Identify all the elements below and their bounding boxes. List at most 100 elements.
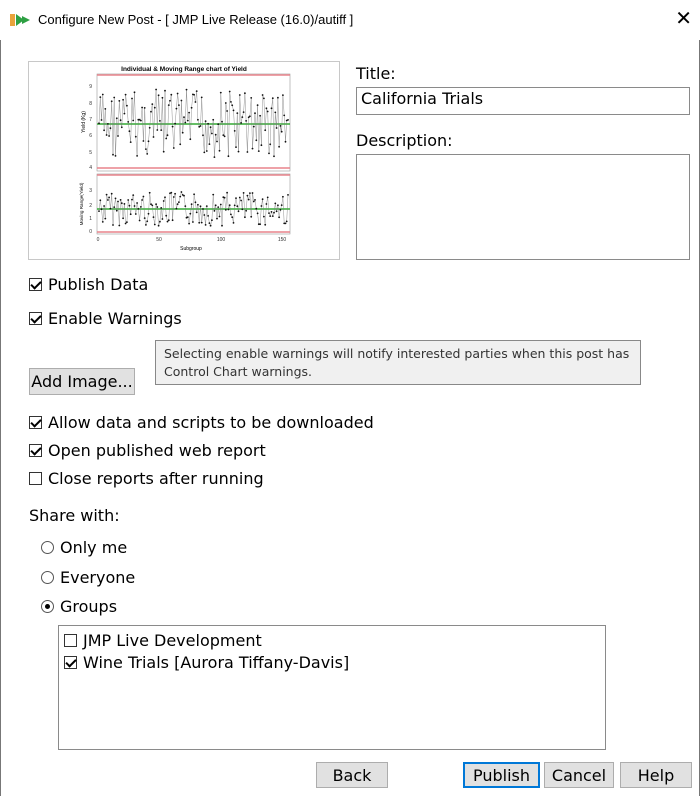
only-me-label: Only me (60, 537, 128, 557)
series-point (268, 152, 270, 155)
radio-unselected-icon[interactable] (41, 540, 54, 554)
thumbnail-title: Individual & Moving Range chart of Yield (121, 66, 247, 73)
thumbnail-chart: Individual & Moving Range chart of Yield… (79, 66, 291, 252)
series-point (167, 104, 170, 106)
series-point (244, 92, 246, 95)
checkbox-checked-icon[interactable] (29, 311, 42, 325)
series-point (183, 194, 185, 197)
series-point (152, 136, 155, 138)
series-point (178, 201, 180, 204)
series-point (257, 150, 260, 152)
share-everyone-radio[interactable]: Everyone (41, 566, 135, 588)
description-textarea[interactable] (356, 154, 690, 260)
series-point (284, 140, 287, 143)
radio-unselected-icon[interactable] (41, 570, 54, 584)
enable-warnings-checkbox[interactable]: Enable Warnings (29, 307, 182, 329)
post-thumbnail: Individual & Moving Range chart of Yield… (28, 61, 340, 260)
series-point (223, 135, 226, 138)
share-groups-radio[interactable]: Groups (41, 595, 117, 617)
series-point (170, 191, 173, 194)
series-point (266, 110, 269, 113)
series-point (233, 204, 236, 207)
series-point (208, 143, 211, 145)
series-point (228, 90, 231, 93)
series-point (123, 203, 126, 205)
series-point (277, 96, 279, 99)
open-report-checkbox[interactable]: Open published web report (29, 439, 266, 461)
series-point (181, 131, 184, 134)
series-point (195, 211, 198, 214)
checkbox-checked-icon[interactable] (29, 277, 42, 291)
series-point (283, 114, 286, 117)
series-point (153, 106, 156, 109)
series-point (265, 107, 268, 110)
allow-download-checkbox[interactable]: Allow data and scripts to be downloaded (29, 411, 374, 433)
series-point (112, 153, 114, 156)
cancel-button[interactable]: Cancel (544, 762, 614, 788)
back-button[interactable]: Back (316, 762, 388, 788)
series-point (277, 204, 279, 207)
group-label: Wine Trials [Aurora Tiffany-Davis] (83, 652, 350, 672)
title-input[interactable]: California Trials (356, 87, 690, 115)
series-point (212, 193, 215, 196)
series-point (266, 196, 269, 199)
series-point (251, 147, 254, 150)
close-icon[interactable]: ✕ (675, 6, 692, 30)
series-point (274, 111, 277, 114)
checkbox-checked-icon[interactable] (64, 655, 77, 669)
groups-list[interactable]: JMP Live Development Wine Trials [Aurora… (58, 625, 606, 750)
window-border-left (0, 40, 1, 796)
series-point (110, 100, 113, 103)
series-point (120, 202, 123, 205)
checkbox-checked-icon[interactable] (29, 443, 42, 457)
series-point (250, 97, 253, 99)
series-point (155, 88, 157, 91)
series-point (217, 206, 220, 209)
series-point (193, 93, 196, 96)
checkbox-checked-icon[interactable] (29, 415, 42, 429)
individual-chart-frame (96, 73, 291, 172)
close-reports-checkbox[interactable]: Close reports after running (29, 467, 264, 489)
series-point (167, 219, 170, 222)
publish-button[interactable]: Publish (463, 762, 540, 788)
publish-data-checkbox[interactable]: Publish Data (29, 273, 148, 295)
series-point (159, 120, 161, 122)
series-point (208, 222, 211, 225)
description-label: Description: (356, 131, 453, 150)
series-point (176, 203, 179, 206)
series-point (214, 204, 217, 207)
series-point (255, 207, 258, 210)
series-point (179, 195, 182, 198)
series-point (100, 208, 103, 211)
series-point (214, 133, 217, 136)
series-point (249, 115, 251, 118)
series-point (184, 121, 187, 124)
series-point (186, 119, 189, 122)
series-point (259, 114, 261, 117)
series-point (274, 202, 277, 205)
x-tick: 0 (97, 237, 100, 243)
series-point (222, 134, 225, 136)
checkbox-unchecked-icon[interactable] (29, 471, 42, 485)
series-point (110, 192, 113, 195)
series-point (202, 134, 204, 137)
series-point (269, 215, 272, 218)
series-point (98, 122, 100, 125)
series-point (160, 129, 163, 131)
series-point (152, 216, 155, 219)
share-only-me-radio[interactable]: Only me (41, 536, 127, 558)
checkbox-unchecked-icon[interactable] (64, 633, 77, 647)
series-point (185, 88, 188, 91)
group-item[interactable]: Wine Trials [Aurora Tiffany-Davis] (64, 651, 349, 673)
enable-warnings-tooltip: Selecting enable warnings will notify in… (155, 340, 641, 385)
series-point (227, 208, 230, 211)
series-point (122, 98, 124, 101)
series-point (174, 122, 177, 125)
help-button[interactable]: Help (620, 762, 692, 788)
series-point (112, 224, 114, 226)
series-point (156, 129, 159, 131)
group-item[interactable]: JMP Live Development (64, 629, 262, 651)
add-image-button[interactable]: Add Image... (29, 368, 135, 395)
series-point (226, 110, 229, 112)
radio-selected-icon[interactable] (41, 599, 54, 613)
